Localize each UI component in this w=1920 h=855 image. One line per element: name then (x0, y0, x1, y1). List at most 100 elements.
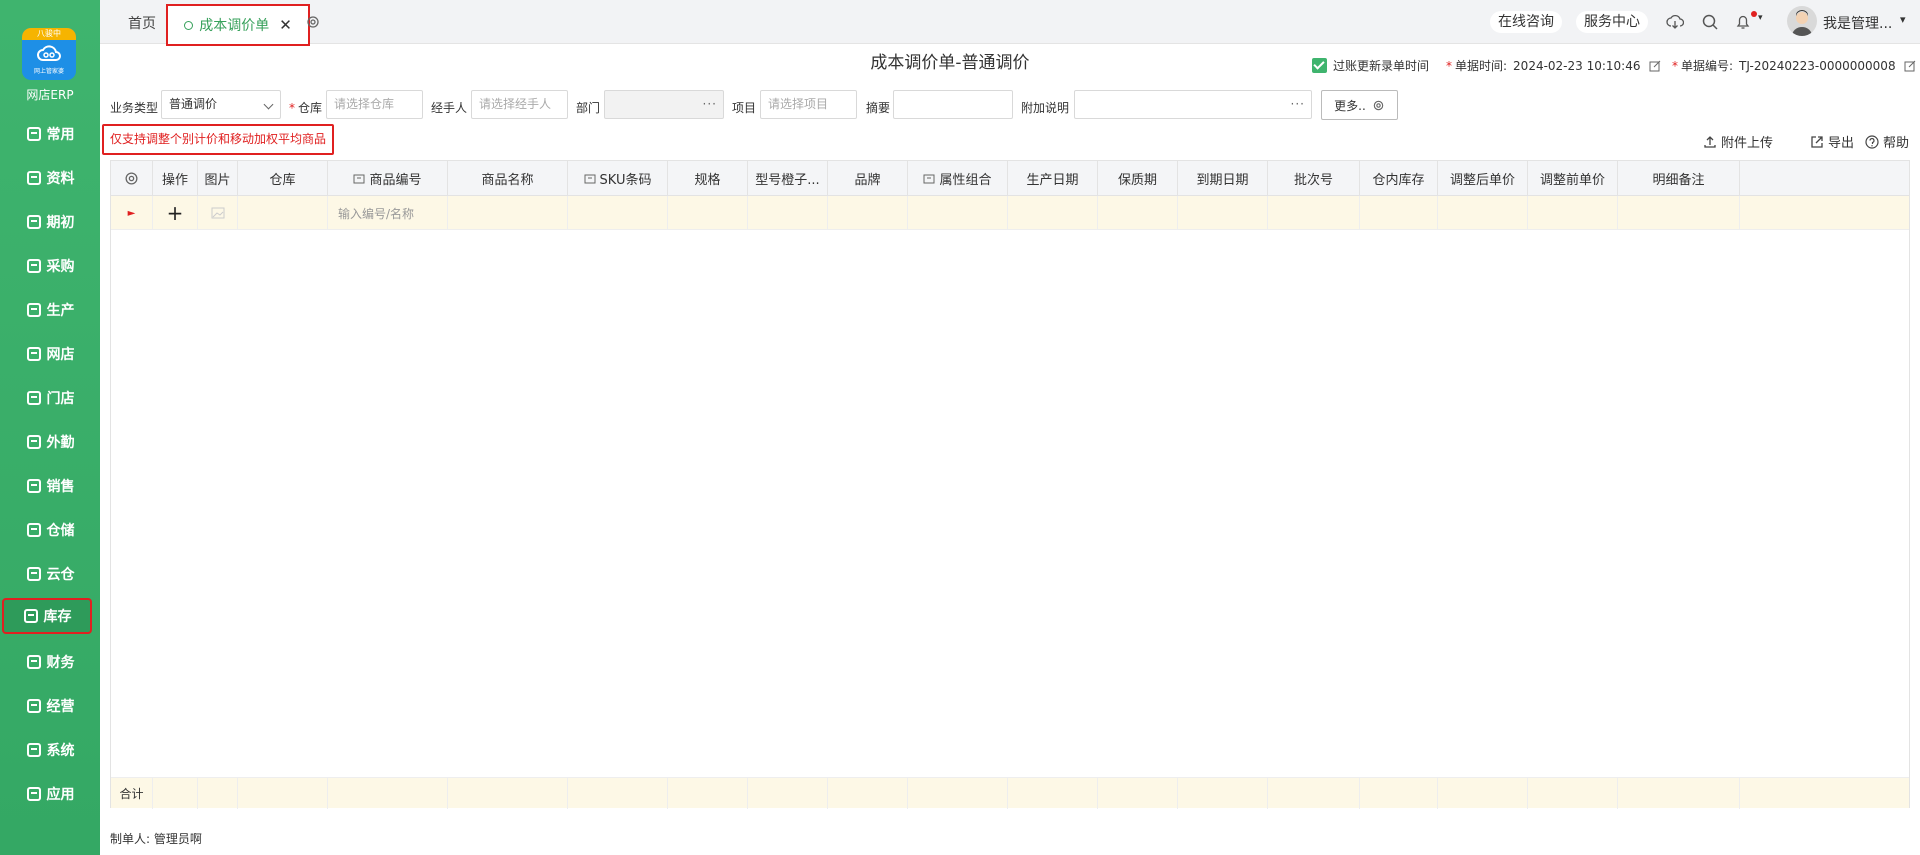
table-cell[interactable] (1618, 196, 1740, 230)
column-header-2[interactable]: 仓库 (238, 161, 328, 196)
sidebar-item-3[interactable]: 采购 (0, 248, 100, 284)
user-name[interactable]: 我是管理... (1823, 13, 1892, 33)
service-center-button[interactable]: 服务中心 (1576, 11, 1648, 33)
cloud-download-icon[interactable] (1666, 13, 1684, 31)
user-dropdown-icon[interactable]: ▾ (1900, 13, 1906, 26)
column-header-14[interactable]: 仓内库存 (1360, 161, 1438, 196)
app-logo[interactable]: 八骏中 网上管家婆 (22, 28, 76, 80)
tab-cost-adjust[interactable]: 成本调价单 ✕ (166, 4, 310, 46)
help-button[interactable]: 帮助 (1865, 132, 1909, 151)
warehouse-input[interactable]: 请选择仓库 (326, 90, 423, 119)
column-header-label: 属性组合 (939, 173, 992, 188)
table-cell[interactable]: + (153, 196, 198, 230)
update-time-label: 过账更新录单时间 (1333, 59, 1430, 73)
sidebar-item-5[interactable]: 网店 (0, 336, 100, 372)
table-cell[interactable] (1528, 196, 1618, 230)
edit-time-icon[interactable] (1649, 60, 1661, 72)
export-button[interactable]: 导出 (1810, 132, 1854, 151)
sidebar-item-13[interactable]: 经营 (0, 688, 100, 724)
upload-attachment-button[interactable]: 附件上传 (1703, 132, 1773, 151)
avatar[interactable] (1787, 6, 1817, 36)
online-consult-button[interactable]: 在线咨询 (1490, 11, 1562, 33)
table-cell[interactable] (1360, 196, 1438, 230)
table-cell[interactable] (198, 196, 238, 230)
more-button[interactable]: 更多.. (1321, 90, 1398, 120)
sidebar-item-7[interactable]: 外勤 (0, 424, 100, 460)
table-cell[interactable] (238, 196, 328, 230)
column-header-15[interactable]: 调整后单价 (1438, 161, 1528, 196)
sidebar-item-10[interactable]: 云仓 (0, 556, 100, 592)
cloud-warehouse-icon (26, 567, 41, 581)
sidebar-item-11[interactable]: 库存 (2, 598, 92, 634)
column-header-13[interactable]: 批次号 (1268, 161, 1360, 196)
app-name: 网店ERP (26, 88, 74, 102)
table-cell[interactable] (1178, 196, 1268, 230)
tab-settings-icon[interactable] (305, 14, 321, 30)
add-row-icon[interactable]: + (167, 201, 184, 225)
bell-icon[interactable] (1734, 13, 1752, 31)
column-header-8[interactable]: 品牌 (828, 161, 908, 196)
note-input[interactable]: ··· (1074, 90, 1312, 119)
edit-number-icon[interactable] (1904, 60, 1916, 72)
sidebar-item-2[interactable]: 期初 (0, 204, 100, 240)
more-dots-icon[interactable]: ··· (1291, 91, 1305, 118)
column-header-7[interactable]: 型号橙子... (748, 161, 828, 196)
notification-dot (1751, 11, 1757, 17)
summary-input[interactable] (893, 90, 1013, 119)
biz-type-select[interactable]: 普通调价 (161, 90, 281, 119)
sidebar-item-15[interactable]: 应用 (0, 776, 100, 812)
barcode-icon (584, 174, 596, 183)
update-time-checkbox[interactable]: 过账更新录单时间 (1312, 57, 1429, 74)
sidebar-item-0[interactable]: 常用 (0, 116, 100, 152)
column-header-label: 调整前单价 (1539, 173, 1605, 188)
sidebar-item-label: 库存 (43, 609, 72, 625)
sidebar-item-1[interactable]: 资料 (0, 160, 100, 196)
cloud-logo-icon (37, 45, 61, 61)
column-header-11[interactable]: 保质期 (1098, 161, 1178, 196)
column-header-17[interactable]: 明细备注 (1618, 161, 1740, 196)
tab-home[interactable]: 首页 (128, 13, 156, 33)
bell-dropdown-icon[interactable]: ▾ (1758, 13, 1763, 23)
table-cell[interactable] (828, 196, 908, 230)
handler-input[interactable]: 请选择经手人 (471, 90, 568, 119)
table-cell[interactable] (908, 196, 1008, 230)
column-header-6[interactable]: 规格 (668, 161, 748, 196)
column-settings-cell[interactable] (111, 161, 153, 196)
table-cell[interactable] (1438, 196, 1528, 230)
table-cell[interactable] (448, 196, 568, 230)
row-marker-icon: ► (127, 207, 136, 219)
sidebar-item-6[interactable]: 门店 (0, 380, 100, 416)
sidebar-item-14[interactable]: 系统 (0, 732, 100, 768)
sidebar-item-4[interactable]: 生产 (0, 292, 100, 328)
table-cell[interactable] (1098, 196, 1178, 230)
more-dots-icon[interactable]: ··· (703, 91, 717, 118)
dept-input[interactable]: ··· (604, 90, 724, 119)
column-header-4[interactable]: 商品名称 (448, 161, 568, 196)
column-header-1[interactable]: 图片 (198, 161, 238, 196)
footer-label: 合计 (111, 778, 153, 809)
table-cell[interactable]: 输入编号/名称 (328, 196, 448, 230)
checkbox-checked-icon[interactable] (1312, 58, 1327, 73)
project-input[interactable]: 请选择项目 (760, 90, 857, 119)
table-footer: 合计 (111, 777, 1909, 809)
column-header-9[interactable]: 属性组合 (908, 161, 1008, 196)
table-cell[interactable] (568, 196, 668, 230)
table-cell[interactable] (748, 196, 828, 230)
column-header-16[interactable]: 调整前单价 (1528, 161, 1618, 196)
column-header-0[interactable]: 操作 (153, 161, 198, 196)
product-code-input[interactable]: 输入编号/名称 (338, 205, 414, 222)
tab-label: 成本调价单 (199, 18, 270, 34)
column-header-10[interactable]: 生产日期 (1008, 161, 1098, 196)
column-header-3[interactable]: 商品编号 (328, 161, 448, 196)
sidebar-item-9[interactable]: 仓储 (0, 512, 100, 548)
tab-status-dot-icon (184, 20, 194, 30)
sidebar-item-8[interactable]: 销售 (0, 468, 100, 504)
column-header-12[interactable]: 到期日期 (1178, 161, 1268, 196)
column-header-5[interactable]: SKU条码 (568, 161, 668, 196)
tab-close-icon[interactable]: ✕ (279, 16, 292, 34)
table-cell[interactable] (668, 196, 748, 230)
table-cell[interactable] (1008, 196, 1098, 230)
table-cell[interactable] (1268, 196, 1360, 230)
sidebar-item-12[interactable]: 财务 (0, 644, 100, 680)
search-icon[interactable] (1701, 13, 1719, 31)
